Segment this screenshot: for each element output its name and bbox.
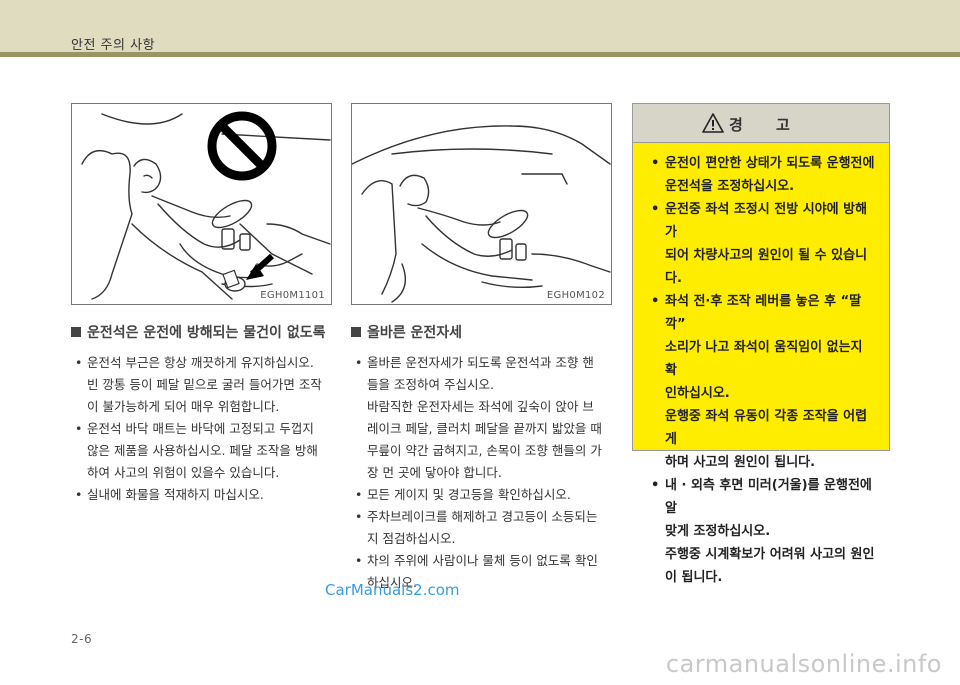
page-header: 안전 주의 사항 (0, 0, 960, 53)
section-heading: 운전석은 운전에 방해되는 물건이 없도록 (71, 322, 325, 342)
section2-list: • 올바른 운전자세가 되도록 운전석과 조향 핸 들을 조정하여 주십시오. 바… (351, 352, 613, 594)
section-heading: 올바른 운전자세 (351, 322, 462, 342)
warning-title: 경 고 (729, 116, 804, 134)
section1-list: • 운전석 부근은 항상 깨끗하게 유지하십시오. 빈 깡통 등이 페달 밑으로 … (71, 352, 333, 506)
prohibition-icon (207, 111, 277, 181)
warning-header: 경 고 (633, 104, 889, 143)
page-number: 2-6 (71, 632, 93, 646)
driver-seat-illustration (81, 111, 331, 300)
bullet: • (355, 355, 363, 370)
list-line: 이 불가능하게 되어 매우 위험합니다. (87, 399, 280, 414)
bullet: • (75, 355, 83, 370)
header-rule (0, 52, 960, 57)
warning-line: 운전석을 조정하십시오. (665, 179, 795, 194)
footer-watermark: carmanualsonline.info (665, 650, 942, 678)
warning-line: 인하십시오. (665, 386, 730, 401)
warning-box: 경 고 • 운전이 편안한 상태가 되도록 운행전에 운전석을 조정하십시오. … (632, 103, 890, 585)
warning-item: • 내 · 외측 후면 미러(거울)를 운행전에 알 (651, 474, 877, 520)
warning-line: 주행중 시계확보가 어려워 사고의 원인 (665, 547, 875, 562)
list-item: • 실내에 화물을 적재하지 마십시오. (71, 484, 333, 506)
warning-line: 소리가 나고 좌석이 움직임이 없는지 확 (665, 340, 863, 378)
bullet: • (651, 156, 660, 171)
bullet: • (355, 553, 363, 568)
list-line: 않은 제품을 사용하십시오. 페달 조작을 방해 (87, 443, 318, 458)
square-bullet-icon (351, 327, 361, 337)
warning-line: 운행중 좌석 유동이 각종 조작을 어렵게 (665, 409, 868, 447)
list-item: • 운전석 부근은 항상 깨끗하게 유지하십시오. (71, 352, 333, 374)
bullet: • (651, 294, 660, 309)
list-line: 하여 사고의 위험이 있을수 있습니다. (87, 465, 280, 480)
list-line: 레이크 페달, 클러치 페달을 끝까지 밟았을 때 (367, 421, 602, 436)
list-item: • 주차브레이크를 해제하고 경고등이 소등되는 (351, 506, 613, 528)
figure-code: EGH0M1101 (260, 290, 325, 301)
bullet: • (651, 478, 660, 493)
chapter-title: 안전 주의 사항 (71, 38, 156, 53)
square-bullet-icon (71, 327, 81, 337)
bullet: • (355, 509, 363, 524)
warning-item: • 운전중 좌석 조정시 전방 시야에 방해가 (651, 198, 877, 244)
posture-illustration (352, 125, 611, 303)
figure-driving-posture: EGH0M102 (351, 103, 612, 305)
list-line: 무릎이 약간 굽혀지고, 손목이 조향 핸들의 가 (367, 443, 602, 458)
list-line: 바람직한 운전자세는 좌석에 깊숙이 앉아 브 (367, 399, 594, 414)
warning-line: 이 됩니다. (665, 570, 723, 585)
warning-item: • 운전이 편안한 상태가 되도록 운행전에 (651, 152, 877, 175)
list-item: • 올바른 운전자세가 되도록 운전석과 조향 핸 (351, 352, 613, 374)
watermark-link[interactable]: CarManuals2.com (325, 581, 460, 599)
list-item: • 모든 게이지 및 경고등을 확인하십시오. (351, 484, 613, 506)
warning-item: • 좌석 전·후 조작 레버를 놓은 후 “딸깍” (651, 290, 877, 336)
bullet: • (355, 487, 363, 502)
warning-triangle-icon (702, 113, 724, 133)
warning-line: 하며 사고의 원인이 됩니다. (665, 455, 816, 470)
warning-line: 맞게 조정하십시오. (665, 524, 771, 539)
list-item: • 차의 주위에 사람이나 물체 등이 없도록 확인 (351, 550, 613, 572)
bullet: • (75, 421, 83, 436)
bullet: • (651, 202, 660, 217)
warning-line: 되어 차량사고의 원인이 될 수 있습니다. (665, 248, 868, 286)
list-line: 장 먼 곳에 닿아야 합니다. (367, 465, 502, 480)
list-item: • 운전석 바닥 매트는 바닥에 고정되고 두껍지 (71, 418, 333, 440)
figure-code: EGH0M102 (546, 290, 605, 301)
warning-body: • 운전이 편안한 상태가 되도록 운행전에 운전석을 조정하십시오. • 운전… (633, 152, 889, 589)
bullet: • (75, 487, 83, 502)
list-line: 빈 깡통 등이 페달 밑으로 굴러 들어가면 조작 (87, 377, 322, 392)
list-line: 지 점검하십시오. (367, 531, 456, 546)
list-line: 들을 조정하여 주십시오. (367, 377, 494, 392)
figure-driver-clutter: EGH0M1101 (71, 103, 332, 305)
